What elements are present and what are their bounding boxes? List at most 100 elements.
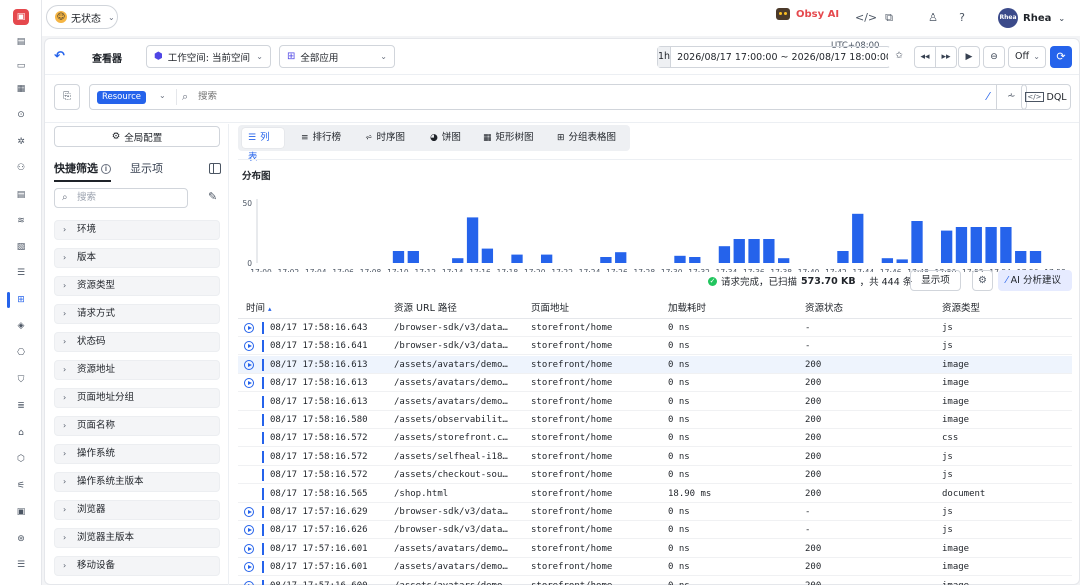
histogram-bar[interactable] <box>733 239 745 263</box>
tab-group-table[interactable]: ⊞ 分组表格图 <box>551 128 622 148</box>
histogram-bar[interactable] <box>689 257 701 263</box>
session-replay-icon[interactable] <box>244 562 254 573</box>
session-replay-icon[interactable] <box>244 323 254 333</box>
nav-infra-icon[interactable]: ⊙ <box>15 109 27 121</box>
nav-list-icon[interactable]: ☰ <box>15 267 27 279</box>
histogram-bar[interactable] <box>615 252 627 263</box>
user-icon[interactable]: ♙ <box>926 11 940 24</box>
nav-synthetic-icon[interactable]: ▧ <box>15 241 27 253</box>
session-replay-icon[interactable] <box>244 525 254 536</box>
nav-apm-icon[interactable]: ▤ <box>15 189 27 201</box>
nav-rum-icon[interactable]: ⊞ <box>15 294 27 306</box>
facet-item[interactable]: › 移动设备 <box>54 556 220 576</box>
tab-display-fields[interactable]: 显示项 <box>130 160 163 182</box>
table-row[interactable]: 08/17 17:57:16.626/browser-sdk/v3/data… s… <box>238 521 1072 540</box>
tab-timeseries[interactable]: ⩫ 时序图 <box>359 128 411 148</box>
table-row[interactable]: 08/17 17:58:16.613/assets/avatars/demo… s… <box>238 374 1072 393</box>
col-duration[interactable]: 加载耗时 <box>668 300 706 318</box>
resource-type-tag[interactable]: Resource <box>97 91 146 104</box>
sort-icon[interactable]: ▴ <box>268 305 272 313</box>
histogram-bar[interactable] <box>1015 251 1027 263</box>
histogram-bar[interactable] <box>837 251 849 263</box>
auto-refresh-select[interactable]: Off ⌄ <box>1008 46 1046 68</box>
histogram-bar[interactable] <box>955 227 968 263</box>
table-row[interactable]: 08/17 17:57:16.600/assets/avatars/demo… s… <box>238 577 1072 585</box>
histogram-bar[interactable] <box>985 227 997 263</box>
facet-item[interactable]: › 浏览器 <box>54 500 220 520</box>
histogram-bar[interactable] <box>674 255 686 263</box>
table-row[interactable]: 08/17 17:58:16.613/assets/avatars/demo… s… <box>238 393 1072 411</box>
user-menu[interactable]: Rhea Rhea ⌄ <box>998 8 1065 28</box>
ai-wand-icon[interactable]: ⁄ <box>987 90 989 103</box>
nav-db-icon[interactable]: ≣ <box>15 400 27 412</box>
facet-item[interactable]: › 资源类型 <box>54 276 220 296</box>
histogram-bar[interactable] <box>466 217 479 263</box>
play-icon[interactable]: ▶ <box>958 46 980 68</box>
nav-monitor-icon[interactable]: ▣ <box>15 506 27 518</box>
col-url[interactable]: 资源 URL 路径 <box>394 300 457 318</box>
nav-integration-icon[interactable]: ⌂ <box>15 427 27 439</box>
nav-chart-icon[interactable]: ≋ <box>15 215 27 227</box>
histogram-bar[interactable] <box>1029 251 1042 263</box>
nav-scene-icon[interactable]: ▤ <box>15 36 27 48</box>
nav-ci-icon[interactable]: ⎔ <box>15 347 27 359</box>
histogram-bar[interactable] <box>392 251 405 263</box>
facet-item[interactable]: › 请求方式 <box>54 304 220 324</box>
table-row[interactable]: 08/17 17:58:16.613/assets/avatars/demo… s… <box>238 355 1072 374</box>
session-replay-icon[interactable] <box>244 580 254 585</box>
histogram-bar[interactable] <box>452 258 464 263</box>
ai-analysis-button[interactable]: ⁄ AI 分析建议 <box>998 270 1072 291</box>
session-replay-icon[interactable] <box>244 507 254 517</box>
table-row[interactable]: 08/17 17:58:16.580/assets/observabilit… s… <box>238 411 1072 429</box>
app-filter-select[interactable]: ⊞ 全部应用 ⌄ <box>279 45 395 68</box>
dql-button[interactable]: </> DQL <box>1021 84 1071 110</box>
session-replay-icon[interactable] <box>244 543 254 554</box>
nav-network-icon[interactable]: ⊛ <box>15 533 27 545</box>
col-time[interactable]: 时间 ▴ <box>246 300 272 318</box>
tab-pie[interactable]: ◕ 饼图 <box>424 128 467 148</box>
table-row[interactable]: 08/17 17:58:16.565/shop.html storefront/h… <box>238 485 1072 503</box>
code-icon[interactable]: </> <box>855 11 877 24</box>
tab-quick-filter[interactable]: 快捷筛选 i <box>54 160 111 182</box>
col-status[interactable]: 资源状态 <box>805 300 843 318</box>
histogram-bar[interactable] <box>940 230 953 263</box>
facet-item[interactable]: › 页面名称 <box>54 416 220 436</box>
display-fields-button[interactable]: 显示项 <box>910 270 961 291</box>
histogram-bar[interactable] <box>896 259 908 263</box>
nav-settings-icon[interactable]: ⚟ <box>15 480 27 492</box>
table-row[interactable]: 08/17 17:57:16.601/assets/avatars/demo… s… <box>238 540 1072 558</box>
global-config-button[interactable]: ⚙ 全局配置 <box>54 126 220 147</box>
facet-item[interactable]: › 浏览器主版本 <box>54 528 220 548</box>
table-row[interactable]: 08/17 17:58:16.572/assets/selfheal-i18… s… <box>238 448 1072 466</box>
step-back-icon[interactable]: ◂◂ <box>914 46 936 68</box>
facet-item[interactable]: › 操作系统主版本 <box>54 472 220 492</box>
table-row[interactable]: 08/17 17:58:16.572/assets/storefront.c… s… <box>238 429 1072 448</box>
facet-item[interactable]: › 页面地址分组 <box>54 388 220 408</box>
workspace-select[interactable]: ⬢ 工作空间: 当前空间 ⌄ <box>146 45 271 68</box>
table-row[interactable]: 08/17 17:58:16.643/browser-sdk/v3/data… s… <box>238 319 1072 337</box>
edit-icon[interactable]: ✎ <box>208 190 217 203</box>
nav-log-icon[interactable]: ⚇ <box>15 162 27 174</box>
histogram-bar[interactable] <box>407 251 419 263</box>
histogram-bar[interactable] <box>763 239 775 263</box>
nav-hexagon-icon[interactable]: ⬡ <box>15 453 27 465</box>
session-replay-icon[interactable] <box>244 359 254 370</box>
histogram-bar[interactable] <box>540 254 553 263</box>
histogram-bar[interactable] <box>600 257 612 263</box>
nav-menu-icon[interactable]: ☰ <box>15 559 27 571</box>
facet-search-input[interactable]: ⌕ 搜索 <box>54 188 188 208</box>
integration-icon[interactable]: ⧉ <box>882 11 896 25</box>
help-icon[interactable]: ? <box>955 11 969 24</box>
table-row[interactable]: 08/17 17:58:16.641/browser-sdk/v3/data… s… <box>238 337 1072 356</box>
session-replay-icon[interactable] <box>244 341 254 352</box>
histogram-bar[interactable] <box>1000 227 1012 263</box>
tab-list[interactable]: ☰ 列表 <box>242 128 284 163</box>
tab-treemap[interactable]: ▦ 矩形树图 <box>477 128 540 148</box>
nav-note-icon[interactable]: ▭ <box>15 60 27 72</box>
pin-icon[interactable]: ✩ <box>888 46 910 68</box>
table-row[interactable]: 08/17 17:57:16.629/browser-sdk/v3/data… s… <box>238 503 1072 521</box>
histogram-bar[interactable] <box>881 258 894 263</box>
status-selector[interactable]: ☺ 无状态 ⌄ <box>46 5 118 29</box>
chevron-down-icon[interactable]: ⌄ <box>159 91 166 100</box>
col-page[interactable]: 页面地址 <box>531 300 569 318</box>
